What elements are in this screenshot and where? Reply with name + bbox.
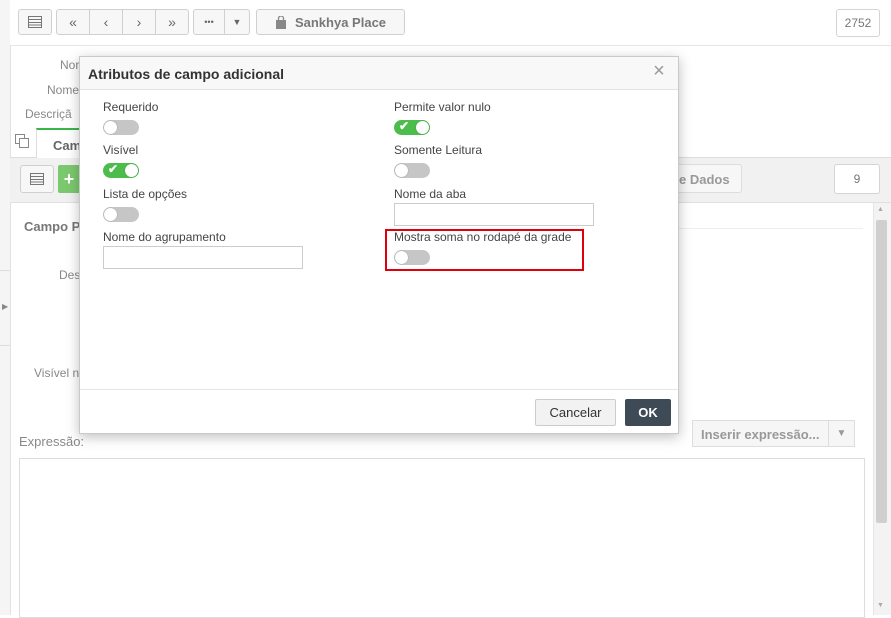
chevron-right-icon: › (136, 14, 142, 30)
sankhya-place-button[interactable]: Sankhya Place (256, 9, 405, 35)
dados-button[interactable]: e Dados (670, 164, 742, 193)
ok-button[interactable]: OK (625, 399, 671, 426)
more-options-button[interactable]: ••• (193, 9, 225, 35)
rail-divider (0, 270, 10, 271)
grid-view-button[interactable] (18, 9, 52, 35)
label-somente-leitura: Somente Leitura (394, 143, 483, 157)
panel-title: Campo P (24, 219, 81, 234)
record-count: 2752 (836, 9, 880, 37)
last-record-button[interactable]: » (155, 9, 189, 35)
toggle-knob (395, 164, 408, 177)
check-icon: ✔ (108, 162, 119, 176)
expression-editor[interactable] (19, 458, 865, 618)
label-lista-opcoes: Lista de opções (103, 187, 188, 201)
chevron-down-icon: ▼ (232, 17, 242, 27)
toggle-knob (416, 121, 429, 134)
field-attributes-dialog: Atributos de campo adicional × Requerido… (79, 56, 679, 434)
toggle-knob (104, 208, 117, 221)
scroll-up-icon[interactable]: ▲ (877, 206, 884, 213)
toggle-knob (125, 164, 138, 177)
field-label-desc: Des (59, 268, 81, 282)
copy-icon[interactable] (15, 134, 29, 148)
more-options-dropdown[interactable]: ▼ (224, 9, 250, 35)
ellipsis-icon: ••• (204, 17, 214, 27)
label-nome-aba: Nome da aba (394, 187, 467, 201)
label-requerido: Requerido (103, 100, 159, 114)
dialog-header: Atributos de campo adicional × (80, 57, 678, 90)
chevron-down-icon: ▼ (836, 428, 847, 439)
label-permite-nulo: Permite valor nulo (394, 100, 491, 114)
expand-arrow-icon[interactable]: ▶ (2, 302, 8, 311)
toggle-lista-opcoes[interactable] (103, 207, 139, 222)
item-count: 9 (834, 164, 880, 194)
grid-icon (28, 16, 42, 28)
close-icon[interactable]: × (650, 61, 668, 81)
first-record-button[interactable]: « (56, 9, 90, 35)
label-mostra-soma: Mostra soma no rodapé da grade (394, 230, 572, 244)
plus-icon: + (63, 168, 75, 189)
main-toolbar: « ‹ › » ••• ▼ Sankhya Place 2752 (10, 0, 891, 46)
label-visivel: Visível (103, 143, 139, 157)
toggle-somente-leitura[interactable] (394, 163, 430, 178)
shopping-bag-icon (275, 15, 286, 29)
scroll-down-icon[interactable]: ▼ (877, 602, 884, 609)
nome-aba-input[interactable] (394, 203, 594, 226)
toggle-knob (104, 121, 117, 134)
label-nome-agrupamento: Nome do agrupamento (103, 230, 226, 244)
field-label-visivel: Visível n (34, 366, 80, 380)
add-button[interactable]: + (58, 165, 80, 193)
place-label: Sankhya Place (294, 14, 387, 30)
scrollbar-thumb[interactable] (876, 220, 887, 523)
field-label-nome: Nor (60, 58, 80, 72)
chevron-left-icon: ‹ (103, 14, 109, 30)
field-label-descricao: Descriçã (25, 107, 72, 121)
toggle-visivel[interactable]: ✔ (103, 162, 139, 178)
grid-icon (30, 173, 44, 185)
nome-agrupamento-input[interactable] (103, 246, 303, 269)
next-record-button[interactable]: › (122, 9, 156, 35)
double-chevron-left-icon: « (69, 14, 77, 30)
check-icon: ✔ (399, 119, 410, 133)
dialog-title: Atributos de campo adicional (88, 66, 285, 82)
previous-record-button[interactable]: ‹ (89, 9, 123, 35)
toggle-mostra-soma[interactable] (394, 250, 430, 265)
rail-divider (0, 345, 10, 346)
field-label-nome2: Nome (47, 83, 80, 97)
insert-expression-dropdown[interactable]: ▼ (829, 420, 855, 447)
expression-label: Expressão: (19, 434, 85, 449)
toggle-permite-nulo[interactable]: ✔ (394, 119, 430, 135)
dialog-footer-divider (80, 389, 678, 390)
sub-grid-button[interactable] (20, 165, 54, 193)
cancel-button[interactable]: Cancelar (535, 399, 616, 426)
toggle-knob (395, 251, 408, 264)
double-chevron-right-icon: » (168, 14, 176, 30)
toggle-requerido[interactable] (103, 120, 139, 135)
insert-expression-button[interactable]: Inserir expressão... (692, 420, 829, 447)
